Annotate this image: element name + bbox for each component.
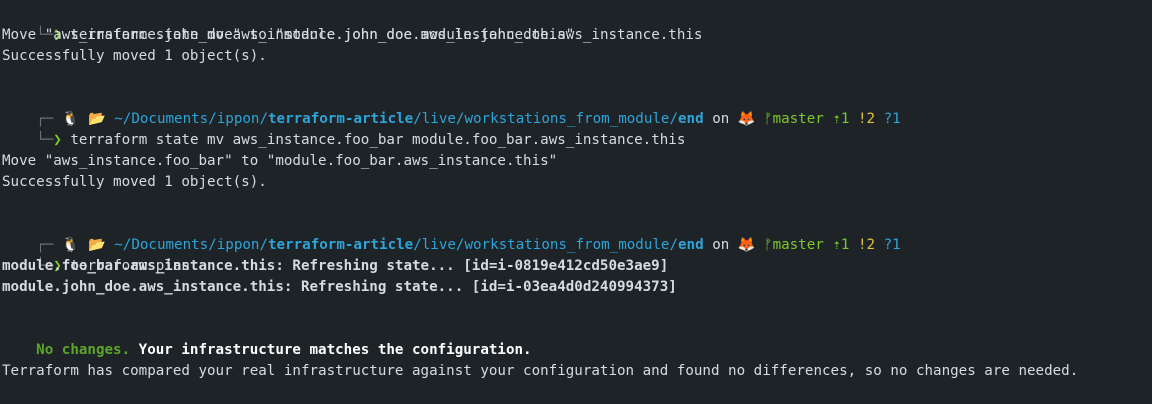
branch-icon: ᚠ bbox=[764, 237, 773, 253]
prompt-chevron-icon: ❯ bbox=[53, 132, 62, 148]
output-line: Terraform has compared your real infrast… bbox=[2, 363, 1079, 379]
path-mid: /live/workstations_from_module/ bbox=[413, 237, 679, 253]
output-line: module.foo_bar.aws_instance.this: Refres… bbox=[2, 258, 669, 274]
path-last: end bbox=[678, 237, 704, 253]
prompt-corner: └─ bbox=[36, 132, 54, 148]
command-line: └─❯ terraform state mv aws_instance.foo_… bbox=[2, 109, 685, 148]
untracked-count: ?1 bbox=[883, 111, 901, 127]
ahead-count: ⇡1 bbox=[832, 111, 850, 127]
branch-name: master bbox=[772, 111, 824, 127]
on-word: on bbox=[712, 111, 730, 127]
no-changes-label: No changes. bbox=[36, 342, 131, 358]
modified-count: !2 bbox=[858, 111, 876, 127]
ahead-count: ⇡1 bbox=[832, 237, 850, 253]
branch-name: master bbox=[772, 237, 824, 253]
output-line: module.john_doe.aws_instance.this: Refre… bbox=[2, 279, 677, 295]
terminal-window[interactable]: └─❯ terraform state mv aws_instance.john… bbox=[0, 0, 1152, 404]
on-word: on bbox=[712, 237, 730, 253]
output-line: Move "aws_instance.foo_bar" to "module.f… bbox=[2, 153, 558, 169]
branch-icon: ᚠ bbox=[764, 111, 773, 127]
prompt-line: ┌─ 🐧 📂 ~/Documents/ippon/terraform-artic… bbox=[2, 214, 901, 253]
untracked-count: ?1 bbox=[883, 237, 901, 253]
output-line: Successfully moved 1 object(s). bbox=[2, 48, 267, 64]
command-line: └─❯ terraform state mv aws_instance.john… bbox=[2, 4, 702, 43]
path-repo: terraform-article bbox=[268, 237, 414, 253]
gitlab-icon: 🦊 bbox=[737, 111, 756, 127]
output-line: Move "aws_instance.john_doe" to "module.… bbox=[2, 27, 575, 43]
prompt-line: ┌─ 🐧 📂 ~/Documents/ippon/terraform-artic… bbox=[2, 88, 901, 127]
output-line: Successfully moved 1 object(s). bbox=[2, 174, 267, 190]
plan-summary-line: No changes. Your infrastructure matches … bbox=[2, 319, 531, 358]
command-line: └─❯ terraform plan bbox=[2, 235, 190, 274]
gitlab-icon: 🦊 bbox=[737, 237, 756, 253]
command-text: terraform state mv aws_instance.foo_bar … bbox=[70, 132, 686, 148]
modified-count: !2 bbox=[858, 237, 876, 253]
matches-text: Your infrastructure matches the configur… bbox=[130, 342, 532, 358]
